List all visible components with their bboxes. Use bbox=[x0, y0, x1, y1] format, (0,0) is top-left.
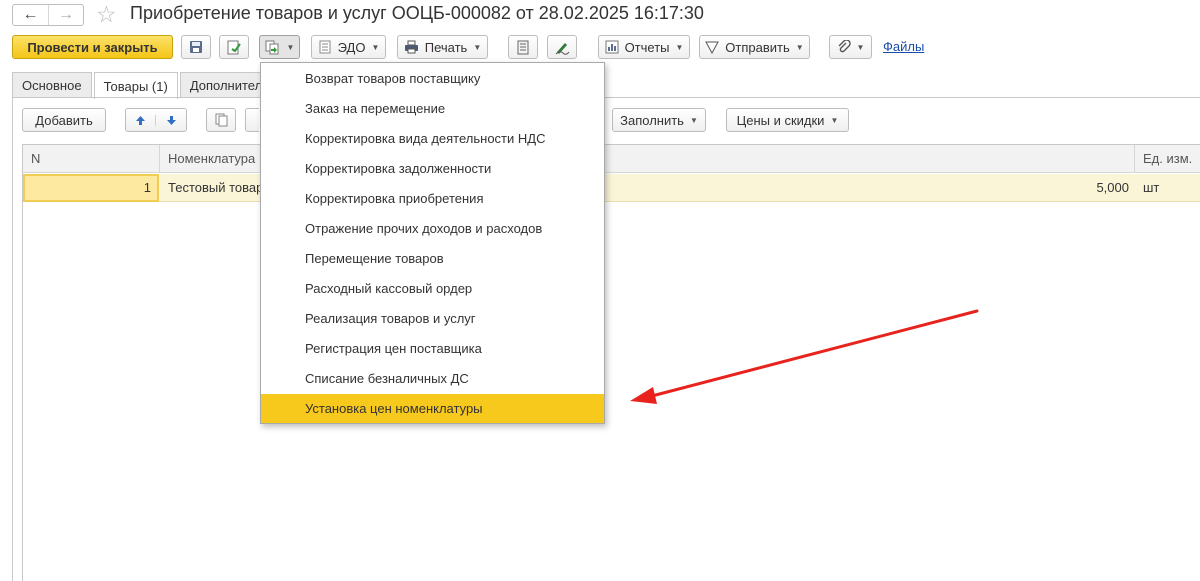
menu-item[interactable]: Перемещение товаров bbox=[261, 244, 604, 273]
chevron-down-icon: ▼ bbox=[675, 42, 684, 52]
reports-label: Отчеты bbox=[624, 39, 670, 55]
menu-item[interactable]: Реализация товаров и услуг bbox=[261, 304, 604, 333]
create-based-on-button[interactable]: ▼ bbox=[259, 35, 300, 59]
chevron-down-icon: ▼ bbox=[830, 115, 839, 125]
table-row[interactable]: 1 Тестовый товар 5,000 шт bbox=[23, 174, 1200, 202]
unit-cell[interactable]: шт bbox=[1143, 174, 1159, 202]
panel-border bbox=[12, 97, 13, 581]
send-label: Отправить bbox=[725, 39, 790, 55]
paperclip-icon bbox=[837, 40, 851, 54]
arrow-left-icon: ← bbox=[22, 6, 39, 23]
edo-button[interactable]: ЭДО ▼ bbox=[311, 35, 386, 59]
fill-label: Заполнить bbox=[620, 112, 684, 128]
menu-item[interactable]: Расходный кассовый ордер bbox=[261, 274, 604, 303]
save-button[interactable] bbox=[181, 35, 211, 59]
arrow-down-icon[interactable] bbox=[156, 115, 186, 126]
post-and-close-button[interactable]: Провести и закрыть bbox=[12, 35, 173, 59]
create-based-on-icon bbox=[265, 40, 281, 55]
create-based-on-menu: Возврат товаров поставщику Заказ на перем… bbox=[260, 62, 605, 424]
add-row-button[interactable]: Добавить bbox=[22, 108, 106, 132]
column-header-unit[interactable]: Ед. изм. bbox=[1135, 145, 1200, 173]
copy-icon bbox=[215, 113, 228, 127]
files-link[interactable]: Файлы bbox=[883, 39, 924, 54]
chevron-down-icon: ▼ bbox=[856, 42, 865, 52]
title-bar: ← → ☆ Приобретение товаров и услуг ООЦБ-… bbox=[0, 0, 1200, 30]
forward-button[interactable]: → bbox=[48, 5, 83, 25]
chevron-down-icon: ▼ bbox=[286, 42, 295, 52]
nomenclature-cell[interactable]: Тестовый товар bbox=[168, 174, 263, 202]
menu-item[interactable]: Корректировка вида деятельности НДС bbox=[261, 124, 604, 153]
chevron-down-icon: ▼ bbox=[473, 42, 482, 52]
star-icon[interactable]: ☆ bbox=[96, 1, 117, 27]
menu-item[interactable]: Отражение прочих доходов и расходов bbox=[261, 214, 604, 243]
fill-button[interactable]: Заполнить ▼ bbox=[612, 108, 706, 132]
menu-item[interactable]: Списание безналичных ДС bbox=[261, 364, 604, 393]
hidden-row-button[interactable] bbox=[245, 108, 259, 132]
tab-main[interactable]: Основное bbox=[12, 72, 92, 98]
send-icon bbox=[705, 41, 720, 54]
prices-discounts-label: Цены и скидки bbox=[736, 112, 825, 128]
page-title: Приобретение товаров и услуг ООЦБ-000082… bbox=[130, 3, 704, 23]
column-header-n[interactable]: N bbox=[23, 145, 160, 173]
row-number-cell[interactable]: 1 bbox=[23, 174, 159, 202]
edo-icon bbox=[318, 40, 332, 54]
print-label: Печать bbox=[424, 39, 468, 55]
quantity-cell[interactable]: 5,000 bbox=[1063, 174, 1129, 202]
structure-button[interactable] bbox=[508, 35, 538, 59]
table-header: N Номенклатура Ед. изм. bbox=[23, 145, 1200, 173]
arrow-right-icon: → bbox=[58, 6, 74, 23]
tab-goods[interactable]: Товары (1) bbox=[93, 72, 178, 99]
signature-icon bbox=[555, 40, 570, 55]
chevron-down-icon: ▼ bbox=[689, 115, 698, 125]
document-list-icon bbox=[517, 40, 529, 55]
goods-table: N Номенклатура Ед. изм. 1 Тестовый товар… bbox=[22, 144, 1200, 581]
move-row-buttons bbox=[125, 108, 187, 132]
menu-item[interactable]: Регистрация цен поставщика bbox=[261, 334, 604, 363]
copy-row-button[interactable] bbox=[206, 108, 236, 132]
prices-discounts-button[interactable]: Цены и скидки ▼ bbox=[726, 108, 849, 132]
menu-item[interactable]: Корректировка приобретения bbox=[261, 184, 604, 213]
sign-button[interactable] bbox=[547, 35, 577, 59]
post-button[interactable] bbox=[219, 35, 249, 59]
tabs-divider bbox=[12, 97, 1200, 98]
save-icon bbox=[189, 40, 203, 54]
reports-button[interactable]: Отчеты ▼ bbox=[598, 35, 690, 59]
edo-label: ЭДО bbox=[337, 39, 366, 55]
menu-item[interactable]: Возврат товаров поставщику bbox=[261, 64, 604, 93]
print-button[interactable]: Печать ▼ bbox=[397, 35, 488, 59]
printer-icon bbox=[404, 40, 419, 54]
menu-item[interactable]: Заказ на перемещение bbox=[261, 94, 604, 123]
tab-bar: Основное Товары (1) Дополнитель bbox=[12, 72, 281, 99]
document-post-icon bbox=[227, 40, 241, 55]
arrow-up-icon[interactable] bbox=[126, 114, 156, 126]
attachments-button[interactable]: ▼ bbox=[829, 35, 872, 59]
navigation-group: ← → bbox=[12, 4, 84, 26]
report-icon bbox=[605, 40, 619, 54]
chevron-down-icon: ▼ bbox=[795, 42, 804, 52]
menu-item[interactable]: Установка цен номенклатуры bbox=[261, 394, 604, 423]
chevron-down-icon: ▼ bbox=[371, 42, 380, 52]
back-button[interactable]: ← bbox=[13, 5, 48, 25]
main-toolbar: Провести и закрыть ▼ ЭДО ▼ Печать ▼ Отче… bbox=[0, 35, 1200, 61]
send-button[interactable]: Отправить ▼ bbox=[699, 35, 810, 59]
menu-item[interactable]: Корректировка задолженности bbox=[261, 154, 604, 183]
